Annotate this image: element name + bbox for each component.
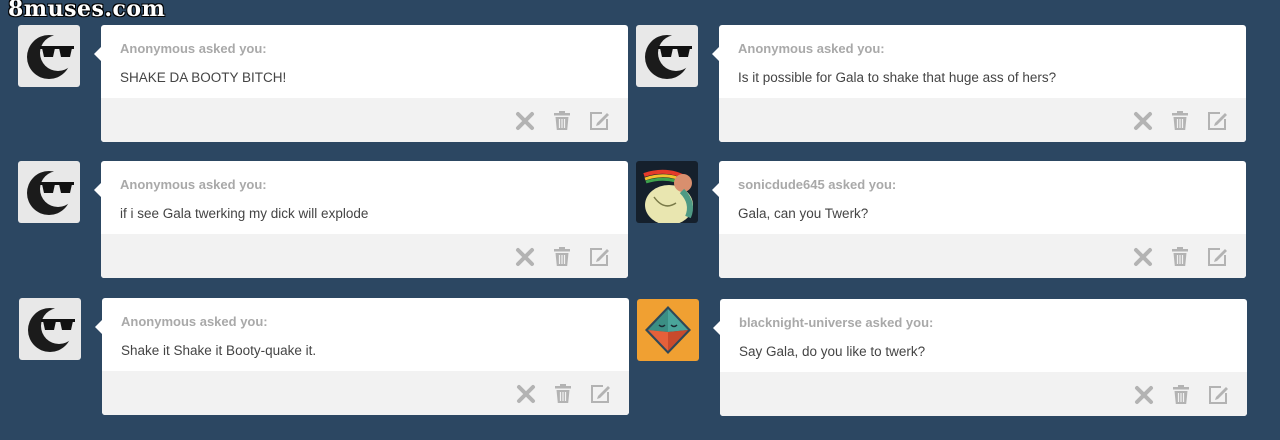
trash-icon[interactable] [551,246,573,268]
trash-icon[interactable] [551,110,573,132]
card-footer [719,234,1246,278]
ask-post: Anonymous asked you: Shake it Shake it B… [19,298,631,416]
trash-icon[interactable] [1169,246,1191,268]
edit-icon[interactable] [1206,246,1228,268]
card-footer [101,234,628,278]
edit-icon[interactable] [588,246,610,268]
card-footer [101,98,628,142]
delete-x-icon[interactable] [515,383,537,405]
watermark: 8muses.com [8,0,166,22]
sunglasses-moon-avatar[interactable] [18,161,80,223]
diamond-logo-avatar[interactable] [637,299,699,361]
card-footer [719,98,1246,142]
question-text: SHAKE DA BOOTY BITCH! [120,70,287,85]
delete-x-icon[interactable] [514,110,536,132]
sunglasses-moon-avatar[interactable] [18,25,80,87]
edit-icon[interactable] [589,383,611,405]
ask-post: Anonymous asked you: Is it possible for … [636,25,1248,143]
asker-label: Anonymous asked you: [120,41,267,56]
question-text: Is it possible for Gala to shake that hu… [738,70,1057,85]
asker-label: Anonymous asked you: [738,41,885,56]
ask-card: Anonymous asked you: Is it possible for … [712,25,1246,142]
asker-label: sonicdude645 asked you: [738,177,897,192]
ask-post: blacknight-universe asked you: Say Gala,… [637,299,1249,417]
trash-icon[interactable] [552,383,574,405]
edit-icon[interactable] [1206,110,1228,132]
sunglasses-moon-avatar[interactable] [19,298,81,360]
card-footer [720,372,1247,416]
asker-label: Anonymous asked you: [121,314,268,329]
delete-x-icon[interactable] [1132,110,1154,132]
ask-card: sonicdude645 asked you: Gala, can you Tw… [712,161,1246,278]
question-text: Say Gala, do you like to twerk? [739,344,926,359]
asker-label: Anonymous asked you: [120,177,267,192]
ask-post: Anonymous asked you: if i see Gala twerk… [18,161,630,279]
edit-icon[interactable] [1207,384,1229,406]
cartoon-artwork-avatar[interactable] [636,161,698,223]
card-footer [102,371,629,415]
question-text: Shake it Shake it Booty-quake it. [121,343,317,358]
delete-x-icon[interactable] [1132,246,1154,268]
ask-card: Anonymous asked you: Shake it Shake it B… [95,298,629,415]
question-text: Gala, can you Twerk? [738,206,869,221]
sunglasses-moon-avatar[interactable] [636,25,698,87]
ask-post: sonicdude645 asked you: Gala, can you Tw… [636,161,1248,279]
ask-post: Anonymous asked you: SHAKE DA BOOTY BITC… [18,25,630,143]
question-text: if i see Gala twerking my dick will expl… [120,206,369,221]
trash-icon[interactable] [1169,110,1191,132]
trash-icon[interactable] [1170,384,1192,406]
edit-icon[interactable] [588,110,610,132]
delete-x-icon[interactable] [514,246,536,268]
ask-card: Anonymous asked you: if i see Gala twerk… [94,161,628,278]
ask-card: Anonymous asked you: SHAKE DA BOOTY BITC… [94,25,628,142]
delete-x-icon[interactable] [1133,384,1155,406]
ask-card: blacknight-universe asked you: Say Gala,… [713,299,1247,416]
asker-label: blacknight-universe asked you: [739,315,934,330]
